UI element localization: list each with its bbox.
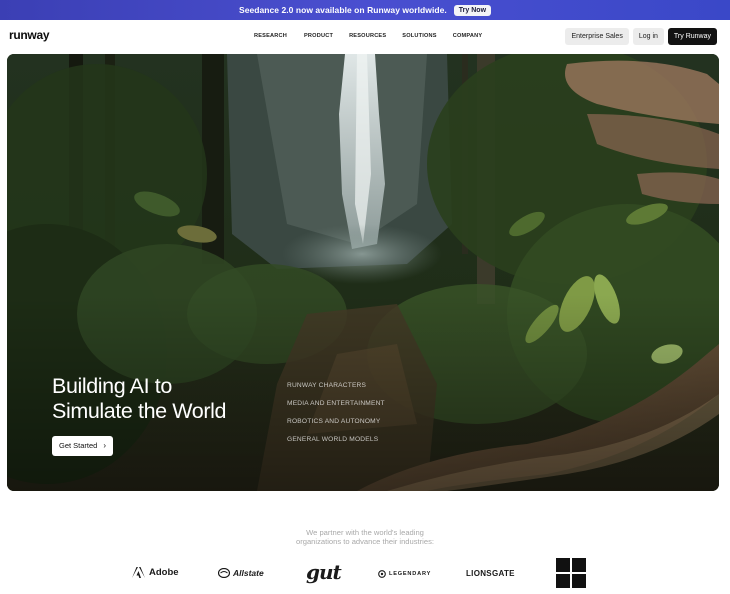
- announcement-text: Seedance 2.0 now available on Runway wor…: [238, 5, 447, 15]
- nav-links: RESEARCH PRODUCT RESOURCES SOLUTIONS COM…: [254, 33, 482, 39]
- microsoft-style-logo: [556, 558, 586, 588]
- get-started-label: Get Started: [59, 441, 98, 450]
- hero-title-line1: Building AI to: [52, 374, 172, 398]
- hero-title-line2: Simulate the World: [52, 399, 227, 423]
- hero-title: Building AI to Simulate the World: [52, 374, 226, 424]
- nav-link-resources[interactable]: RESOURCES: [349, 33, 386, 39]
- window-grid-icon: [556, 558, 586, 588]
- try-runway-button[interactable]: Try Runway: [667, 28, 717, 45]
- enterprise-sales-button[interactable]: Enterprise Sales: [565, 28, 629, 45]
- use-case-runway-characters[interactable]: RUNWAY CHARACTERS: [287, 381, 385, 399]
- allstate-logo-text: Allstate: [233, 568, 264, 578]
- use-case-general-world-models[interactable]: GENERAL WORLD MODELS: [287, 435, 385, 453]
- hero-section: Building AI to Simulate the World Get St…: [7, 54, 719, 491]
- adobe-logo: Adobe: [132, 567, 179, 578]
- nav-link-research[interactable]: RESEARCH: [254, 33, 287, 39]
- announcement-bar: Seedance 2.0 now available on Runway wor…: [0, 0, 730, 20]
- legendary-mark-icon: [378, 570, 386, 578]
- login-button[interactable]: Log in: [632, 28, 664, 45]
- use-case-robotics-autonomy[interactable]: ROBOTICS AND AUTONOMY: [287, 417, 385, 435]
- nav-actions: Enterprise Sales Log in Try Runway: [565, 28, 717, 45]
- nav-link-solutions[interactable]: SOLUTIONS: [402, 33, 436, 39]
- runway-logo[interactable]: runway: [9, 28, 50, 42]
- partners-line1: We partner with the world's leading: [306, 528, 424, 537]
- legendary-logo: LEGENDARY: [378, 570, 431, 578]
- use-case-media-entertainment[interactable]: MEDIA AND ENTERTAINMENT: [287, 399, 385, 417]
- allstate-hands-icon: [218, 568, 230, 578]
- partner-logos: Adobe Allstate gut LEGENDARY LIONSGATE: [100, 554, 620, 594]
- top-nav: runway RESEARCH PRODUCT RESOURCES SOLUTI…: [0, 20, 730, 53]
- partners-heading: We partner with the world's leading orga…: [0, 528, 730, 546]
- chevron-right-icon: ›: [103, 441, 107, 450]
- gut-logo: gut: [306, 560, 342, 584]
- nav-link-product[interactable]: PRODUCT: [304, 33, 333, 39]
- try-now-button[interactable]: Try Now: [453, 4, 492, 16]
- adobe-mark-icon: [132, 567, 145, 578]
- adobe-logo-text: Adobe: [149, 567, 179, 578]
- gut-logo-text: gut: [306, 560, 342, 584]
- partners-line2: organizations to advance their industrie…: [295, 537, 435, 546]
- allstate-logo: Allstate: [218, 568, 264, 578]
- nav-link-company[interactable]: COMPANY: [453, 33, 483, 39]
- hero-use-case-list: RUNWAY CHARACTERS MEDIA AND ENTERTAINMEN…: [287, 381, 385, 453]
- legendary-logo-text: LEGENDARY: [389, 571, 432, 577]
- lionsgate-logo: LIONSGATE: [466, 569, 515, 578]
- lionsgate-logo-text: LIONSGATE: [466, 569, 515, 578]
- get-started-button[interactable]: Get Started ›: [52, 436, 114, 456]
